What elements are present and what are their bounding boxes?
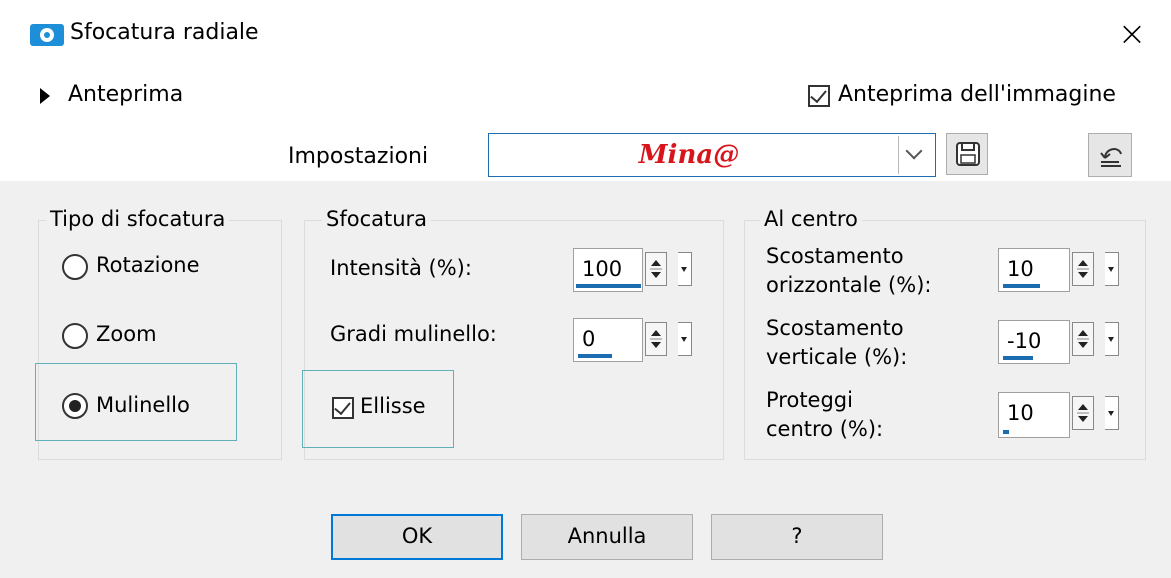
preset-dropdown-button[interactable] (898, 136, 931, 174)
blur-title: Sfocatura (322, 207, 432, 231)
v-offset-value: -10 (1007, 329, 1042, 353)
chevron-down-icon (905, 142, 923, 160)
radio-zoom[interactable] (62, 323, 88, 349)
h-offset-dropdown-arrow[interactable] (1105, 252, 1119, 286)
intensity-spinner[interactable] (645, 252, 667, 286)
v-offset-spinner[interactable] (1072, 322, 1094, 356)
protect-center-value: 10 (1007, 401, 1034, 425)
h-offset-value: 10 (1007, 257, 1034, 281)
h-offset-spinner[interactable] (1072, 252, 1094, 286)
reset-icon (1100, 148, 1122, 167)
radio-rotation-label[interactable]: Rotazione (96, 253, 200, 277)
h-offset-label-2: orizzontale (%): (766, 273, 932, 297)
spin-dropdown-icon (681, 267, 687, 272)
spin-dropdown-icon (1108, 267, 1114, 272)
spin-updown-icon (1077, 260, 1089, 278)
spin-updown-icon (650, 330, 662, 348)
window-title: Sfocatura radiale (70, 20, 259, 45)
help-button[interactable]: ? (711, 514, 883, 560)
spin-updown-icon (1077, 330, 1089, 348)
close-icon[interactable]: × (1112, 14, 1152, 54)
spin-updown-icon (650, 260, 662, 278)
center-title: Al centro (760, 207, 862, 231)
cancel-button[interactable]: Annulla (521, 514, 693, 560)
image-preview-label: Anteprima dell'immagine (838, 82, 1116, 107)
image-preview-checkbox[interactable] (808, 85, 830, 107)
radio-zoom-label[interactable]: Zoom (96, 322, 157, 346)
twirl-value: 0 (582, 327, 596, 351)
preview-toggle[interactable]: Anteprima (68, 82, 183, 107)
h-offset-level-bar (1003, 284, 1040, 288)
settings-label: Impostazioni (288, 144, 429, 169)
preset-value: Mina@ (638, 140, 740, 170)
twirl-level-bar (578, 354, 612, 358)
ellipse-checkbox[interactable] (332, 397, 354, 419)
spin-updown-icon (1077, 404, 1089, 422)
ok-button[interactable]: OK (331, 514, 503, 560)
twirl-dropdown-arrow[interactable] (678, 322, 692, 356)
protect-center-field[interactable]: 10 (998, 392, 1070, 438)
ellipse-label[interactable]: Ellisse (360, 394, 426, 418)
intensity-label: Intensità (%): (330, 256, 472, 280)
radio-rotation[interactable] (62, 254, 88, 280)
twirl-spinner[interactable] (645, 322, 667, 356)
intensity-value: 100 (582, 257, 623, 281)
protect-center-spinner[interactable] (1072, 396, 1094, 430)
protect-level-bar (1003, 430, 1009, 434)
save-preset-button[interactable] (946, 133, 988, 175)
spin-dropdown-icon (1108, 337, 1114, 342)
check-icon (334, 397, 351, 416)
spin-dropdown-icon (1108, 411, 1114, 416)
v-offset-level-bar (1003, 356, 1033, 360)
spin-dropdown-icon (681, 337, 687, 342)
v-offset-field[interactable]: -10 (998, 320, 1070, 364)
reset-preset-button[interactable] (1088, 133, 1132, 177)
h-offset-field[interactable]: 10 (998, 248, 1070, 292)
intensity-dropdown-arrow[interactable] (678, 252, 692, 286)
radio-twirl[interactable] (62, 393, 88, 419)
protect-center-dropdown-arrow[interactable] (1105, 396, 1119, 430)
v-offset-label-2: verticale (%): (766, 345, 908, 369)
radio-selected-dot (69, 400, 81, 412)
intensity-level-bar (576, 284, 641, 288)
twirl-field[interactable]: 0 (573, 318, 643, 362)
save-icon (956, 142, 980, 166)
blur-type-title: Tipo di sfocatura (46, 207, 230, 231)
protect-label-2: centro (%): (766, 417, 884, 441)
v-offset-dropdown-arrow[interactable] (1105, 322, 1119, 356)
twirl-label: Gradi mulinello: (330, 322, 497, 346)
camera-icon (30, 24, 64, 46)
preset-dropdown[interactable]: Mina@ (488, 133, 936, 177)
protect-label-1: Proteggi (766, 388, 853, 412)
expand-arrow-icon[interactable] (40, 88, 50, 104)
radio-twirl-label[interactable]: Mulinello (96, 393, 190, 417)
check-icon (810, 85, 827, 104)
v-offset-label-1: Scostamento (766, 316, 904, 340)
h-offset-label-1: Scostamento (766, 244, 904, 268)
intensity-field[interactable]: 100 (573, 248, 643, 292)
